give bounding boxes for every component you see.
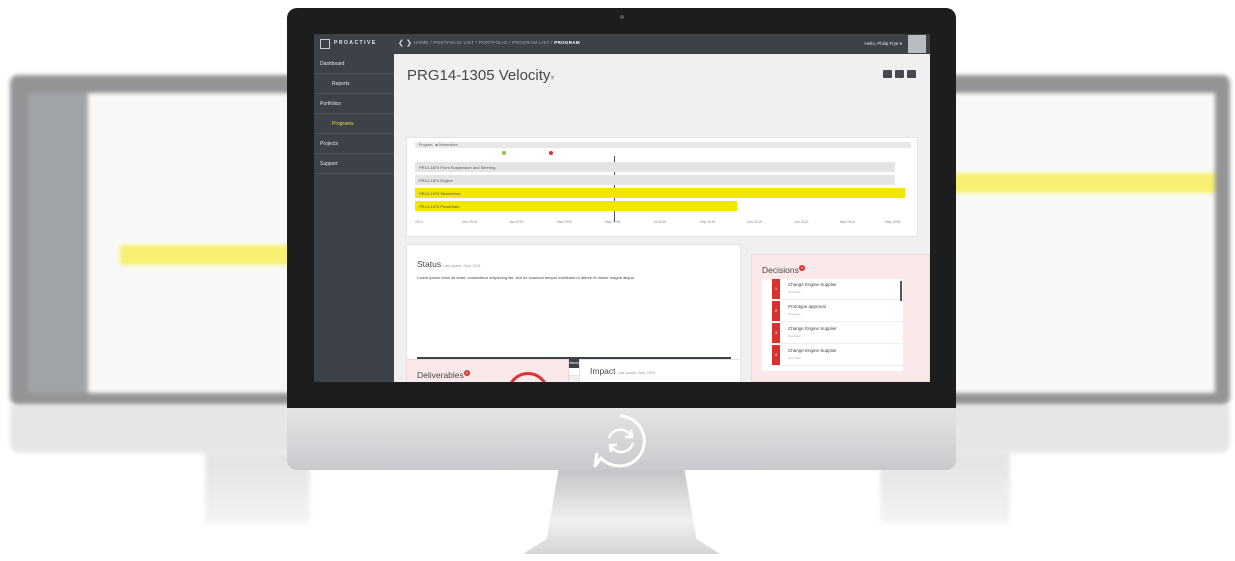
gantt-legend: Program ■ Deliverables bbox=[415, 142, 911, 148]
decisions-title-text: Decisions bbox=[762, 265, 799, 275]
background-monitor-right bbox=[935, 75, 1230, 405]
toolbar-button-1[interactable] bbox=[883, 70, 892, 78]
gantt-row-4[interactable]: PR14-1876 Powertrain bbox=[415, 201, 737, 211]
top-nav-bar: PROACTIVE ❮ ❯ HOME / PORTFOLIO LIST / PO… bbox=[314, 34, 930, 54]
decision-label: Change Engine Supplier bbox=[788, 282, 837, 287]
decision-label: Prototype approval bbox=[788, 304, 826, 309]
avatar-icon[interactable] bbox=[908, 35, 926, 53]
breadcrumb-program-list[interactable]: PROGRAM LIST bbox=[512, 40, 550, 45]
axis-tick-3: Jan 2015 bbox=[509, 220, 524, 224]
background-monitor-right-chin bbox=[935, 405, 1230, 453]
sync-icon bbox=[593, 414, 646, 468]
decisions-scrollbar[interactable] bbox=[900, 281, 902, 301]
decision-item[interactable]: 2 Prototype approval Due Date bbox=[772, 301, 912, 322]
axis-tick-7: Sep 2015 bbox=[700, 220, 715, 224]
status-meta: Last update: Sept. 2015 bbox=[443, 264, 481, 268]
decision-meta: Due Date bbox=[788, 312, 801, 316]
gantt-panel: Program ■ Deliverables PR14-1873 Front S… bbox=[406, 137, 918, 237]
gantt-row-3[interactable]: PR14-1875 Streamliner bbox=[415, 188, 905, 198]
page-title: PRG14-1305 Velocity▾ bbox=[407, 67, 554, 84]
decision-item[interactable]: 4 Change Engine Supplier Due Date bbox=[772, 345, 912, 366]
decision-label: Change Engine Supplier bbox=[788, 348, 837, 353]
forward-arrow-icon[interactable]: ❯ bbox=[406, 39, 412, 47]
decisions-badge: 4 bbox=[798, 265, 805, 272]
sidebar-item-programs[interactable]: Programs bbox=[314, 114, 394, 134]
status-panel: Status Last update: Sept. 2015 Lorem ipsu… bbox=[406, 244, 741, 376]
axis-tick-8: Nov 2015 bbox=[747, 220, 762, 224]
milestone-green[interactable] bbox=[502, 151, 506, 155]
toolbar-button-3[interactable] bbox=[907, 70, 916, 78]
decisions-title: Decisions 4 bbox=[762, 265, 805, 275]
monitor-stand bbox=[523, 470, 720, 554]
impact-meta: Last update: Sept. 2015 bbox=[617, 371, 655, 375]
main-content: PRG14-1305 Velocity▾ Program ■ Deliverab… bbox=[394, 54, 930, 382]
axis-tick-6: Jul 2015 bbox=[653, 220, 667, 224]
decisions-list: 1 Change Engine Supplier Due Date 2 Prototy… bbox=[762, 279, 912, 371]
legend-deliverables: Deliverables bbox=[438, 143, 458, 147]
gantt-row-2[interactable]: PR14-1874 Engine bbox=[415, 175, 895, 185]
back-arrow-icon[interactable]: ❮ bbox=[398, 39, 404, 47]
webcam-dot bbox=[620, 15, 624, 19]
impact-panel: Impact Last update: Sept. 2015 bbox=[579, 359, 741, 382]
sidebar-item-portfolios[interactable]: Portfolios bbox=[314, 94, 394, 114]
deliverables-title-text: Deliverables bbox=[417, 370, 464, 380]
milestone-red[interactable] bbox=[549, 151, 553, 155]
breadcrumb-home[interactable]: HOME bbox=[414, 40, 429, 45]
axis-tick-9: Jan 2016 bbox=[794, 220, 809, 224]
axis-tick-11: May 2016 bbox=[885, 220, 901, 224]
sidebar-item-dashboard[interactable]: Dashboard bbox=[314, 54, 394, 74]
impact-title-text: Impact bbox=[590, 366, 616, 376]
title-caret[interactable]: ▾ bbox=[550, 73, 554, 82]
axis-tick-2: Nov 2014 bbox=[462, 220, 477, 224]
decision-meta: Due Date bbox=[788, 334, 801, 338]
decision-label: Change Engine Supplier bbox=[788, 326, 837, 331]
status-title: Status Last update: Sept. 2015 bbox=[417, 259, 480, 269]
toolbar-button-2[interactable] bbox=[895, 70, 904, 78]
axis-tick-4: Mar 2015 bbox=[557, 220, 572, 224]
app-screen: PROACTIVE ❮ ❯ HOME / PORTFOLIO LIST / PO… bbox=[314, 34, 930, 382]
decision-meta: Due Date bbox=[788, 356, 801, 360]
deliverables-badge: 4 bbox=[463, 370, 470, 377]
decision-meta: Due Date bbox=[788, 290, 801, 294]
axis-tick-5: May 2015 bbox=[605, 220, 621, 224]
decision-number: 4 bbox=[772, 345, 780, 365]
decision-number: 3 bbox=[772, 323, 780, 343]
deliverables-title: Deliverables 4 bbox=[417, 370, 470, 380]
user-menu[interactable]: Hello, Philip Frye ▾ bbox=[864, 41, 902, 47]
decision-item[interactable]: 1 Change Engine Supplier Due Date bbox=[772, 279, 912, 300]
breadcrumb-portfolio[interactable]: PORTFOLIO bbox=[479, 40, 508, 45]
deliverables-donut-chart bbox=[507, 372, 549, 382]
decision-item[interactable]: 3 Change Engine Supplier Due Date bbox=[772, 323, 912, 344]
gantt-row-1[interactable]: PR14-1873 Front Suspension and Steering bbox=[415, 162, 895, 172]
sidebar-item-reports[interactable]: Reports bbox=[314, 74, 394, 94]
decision-number: 1 bbox=[772, 279, 780, 299]
breadcrumb: HOME / PORTFOLIO LIST / PORTFOLIO / PROG… bbox=[414, 40, 580, 45]
background-monitor-left-chin bbox=[10, 405, 310, 453]
breadcrumb-portfolio-list[interactable]: PORTFOLIO LIST bbox=[433, 40, 474, 45]
background-monitor-left bbox=[10, 75, 310, 405]
axis-tick-1: 2014 bbox=[415, 220, 423, 224]
deliverables-panel: Deliverables 4 bbox=[406, 359, 569, 382]
decisions-panel: Decisions 4 1 Change Engine Supplier Due Da… bbox=[751, 254, 930, 382]
breadcrumb-current: PROGRAM bbox=[554, 40, 580, 45]
sidebar-item-projects[interactable]: Projects bbox=[314, 134, 394, 154]
impact-title: Impact Last update: Sept. 2015 bbox=[590, 366, 655, 376]
user-greeting: Hello, Philip Frye bbox=[864, 41, 899, 46]
sidebar-item-support[interactable]: Support bbox=[314, 154, 394, 174]
brand-name: PROACTIVE bbox=[334, 40, 377, 46]
legend-program: Program bbox=[419, 143, 433, 147]
axis-tick-10: Mar 2016 bbox=[840, 220, 855, 224]
status-text: Lorem ipsum dolor sit amet, consectetur … bbox=[417, 275, 635, 280]
proactive-logo-icon bbox=[320, 39, 330, 49]
decision-number: 2 bbox=[772, 301, 780, 321]
sidebar: Dashboard Reports Portfolios Programs Pr… bbox=[314, 54, 394, 382]
page-title-text: PRG14-1305 Velocity bbox=[407, 67, 551, 84]
status-title-text: Status bbox=[417, 259, 442, 269]
